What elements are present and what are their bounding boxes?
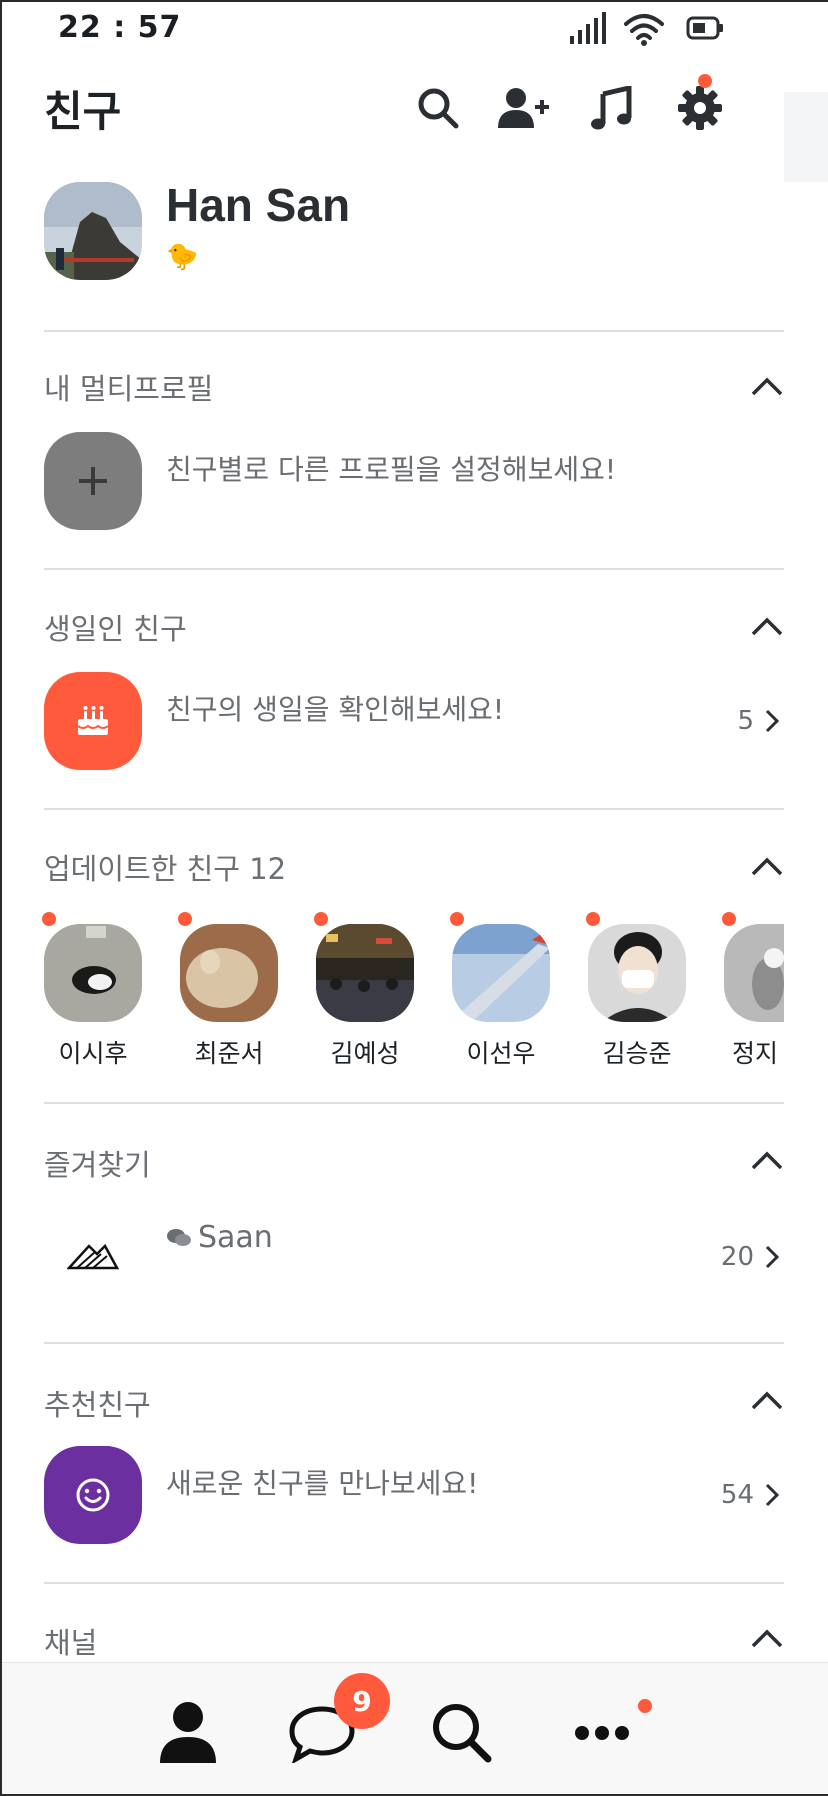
section-title-channel: 채널 bbox=[44, 1626, 98, 1660]
friend-name: 정지 bbox=[732, 1039, 779, 1068]
chevron-up-icon[interactable] bbox=[750, 374, 784, 398]
music-note-icon bbox=[591, 86, 632, 130]
updated-friend[interactable]: 김예성 bbox=[314, 912, 416, 1074]
section-title-favorites: 즐겨찾기 bbox=[44, 1148, 151, 1182]
music-button[interactable] bbox=[584, 80, 640, 136]
recommended-friend-button[interactable] bbox=[44, 1446, 142, 1544]
divider bbox=[44, 330, 784, 332]
recommended-count[interactable]: 54 bbox=[721, 1480, 780, 1510]
friend-name: 김예성 bbox=[330, 1039, 400, 1068]
divider bbox=[44, 1102, 784, 1104]
multi-profile-hint: 친구별로 다른 프로필을 설정해보세요! bbox=[166, 453, 617, 486]
app-frame: 22 : 57 친구 Han San 🐤 내 멀티프로필 친구별로 다른 프로필… bbox=[0, 0, 828, 1796]
favorite-name: Saan bbox=[198, 1220, 273, 1255]
divider bbox=[44, 1342, 784, 1344]
friend-photo bbox=[588, 924, 686, 1022]
smiley-icon bbox=[76, 1478, 110, 1512]
cake-icon bbox=[77, 706, 109, 735]
status-time: 22 : 57 bbox=[58, 10, 182, 45]
new-update-dot bbox=[450, 912, 464, 926]
favorite-name-row: Saan bbox=[166, 1220, 273, 1255]
settings-notification-dot bbox=[698, 74, 712, 88]
divider bbox=[44, 808, 784, 810]
friend-name: 김승준 bbox=[602, 1039, 672, 1068]
chat-badge: 9 bbox=[334, 1673, 390, 1729]
battery-icon bbox=[686, 16, 723, 40]
birthday-count[interactable]: 5 bbox=[737, 706, 780, 736]
chevron-up-icon[interactable] bbox=[750, 854, 784, 878]
friend-name: 이시후 bbox=[58, 1039, 128, 1068]
birthday-button[interactable] bbox=[44, 672, 142, 770]
updated-friend[interactable]: 이선우 bbox=[450, 912, 552, 1074]
recommended-hint: 새로운 친구를 만나보세요! bbox=[166, 1467, 479, 1500]
add-friend-button[interactable] bbox=[496, 80, 552, 136]
birthday-count-value: 5 bbox=[737, 706, 754, 736]
divider bbox=[44, 1582, 784, 1584]
new-update-dot bbox=[722, 912, 736, 926]
section-title-recommended: 추천친구 bbox=[44, 1388, 151, 1422]
favorite-count-value: 20 bbox=[720, 1242, 754, 1272]
updated-friend[interactable]: 김승준 bbox=[586, 912, 688, 1074]
plus-icon bbox=[79, 467, 107, 495]
birthday-hint: 친구의 생일을 확인해보세요! bbox=[166, 693, 505, 726]
new-update-dot bbox=[314, 912, 328, 926]
section-title-updated-friends: 업데이트한 친구 12 bbox=[44, 852, 287, 886]
my-avatar[interactable] bbox=[44, 182, 142, 280]
friend-photo bbox=[180, 924, 278, 1022]
updated-friend[interactable]: 이시후 bbox=[42, 912, 144, 1074]
section-title-multi-profile: 내 멀티프로필 bbox=[44, 372, 214, 406]
signal-icon bbox=[570, 12, 606, 44]
add-person-icon bbox=[498, 88, 549, 128]
section-title-birthday: 생일인 친구 bbox=[44, 612, 187, 646]
my-name: Han San bbox=[166, 179, 351, 231]
wifi-icon bbox=[624, 14, 664, 46]
friend-photo bbox=[452, 924, 550, 1022]
chevron-right-icon bbox=[765, 1483, 780, 1507]
recommended-count-value: 54 bbox=[720, 1480, 754, 1510]
new-update-dot bbox=[178, 912, 192, 926]
add-multi-profile-button[interactable] bbox=[44, 432, 142, 530]
friend-photo bbox=[44, 924, 142, 1022]
favorite-count[interactable]: 20 bbox=[721, 1242, 780, 1272]
new-update-dot bbox=[42, 912, 56, 926]
friend-photo bbox=[316, 924, 414, 1022]
chevron-up-icon[interactable] bbox=[750, 614, 784, 638]
friend-name: 이선우 bbox=[466, 1039, 536, 1068]
updated-friend[interactable]: 최준서 bbox=[178, 912, 280, 1074]
nav-search[interactable] bbox=[422, 1693, 502, 1773]
chevron-right-icon bbox=[765, 709, 780, 733]
more-dots-icon bbox=[575, 1726, 629, 1740]
updated-friend[interactable]: 정지 bbox=[722, 912, 784, 1074]
status-bar: 22 : 57 bbox=[2, 2, 828, 58]
person-icon bbox=[160, 1702, 216, 1763]
more-notification-dot bbox=[638, 1699, 652, 1713]
page-title: 친구 bbox=[44, 87, 122, 136]
gear-icon bbox=[678, 86, 722, 130]
avatar-photo bbox=[44, 182, 142, 280]
nav-friends[interactable] bbox=[148, 1693, 228, 1773]
friend-photo bbox=[724, 924, 784, 1022]
chevron-up-icon[interactable] bbox=[750, 1388, 784, 1412]
settings-button[interactable] bbox=[672, 74, 728, 136]
favorite-avatar[interactable] bbox=[44, 1208, 142, 1306]
new-update-dot bbox=[586, 912, 600, 926]
chevron-up-icon[interactable] bbox=[750, 1148, 784, 1172]
chat-bubble-icon bbox=[167, 1228, 191, 1246]
chevron-up-icon[interactable] bbox=[750, 1626, 784, 1650]
chevron-right-icon bbox=[765, 1245, 780, 1269]
search-icon bbox=[418, 88, 459, 129]
mountain-logo-icon bbox=[67, 1243, 119, 1270]
friend-name: 최준서 bbox=[194, 1039, 264, 1068]
divider bbox=[44, 568, 784, 570]
edge-panel bbox=[784, 92, 828, 182]
top-header: 친구 bbox=[2, 58, 784, 168]
bottom-nav: 9 bbox=[2, 1662, 828, 1794]
search-icon bbox=[433, 1704, 492, 1763]
my-status-emoji: 🐤 bbox=[166, 242, 199, 272]
search-button[interactable] bbox=[410, 80, 466, 136]
nav-more[interactable] bbox=[562, 1693, 642, 1773]
